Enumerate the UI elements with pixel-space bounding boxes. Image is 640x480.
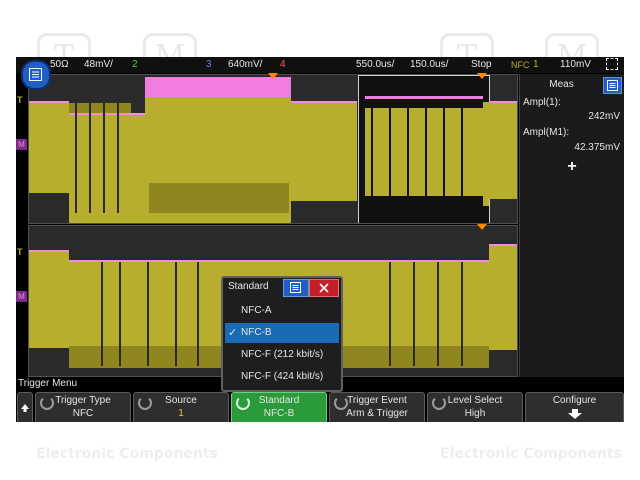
softkey-trigger-event[interactable]: Trigger Event Arm & Trigger — [329, 392, 425, 422]
trigger-menu-title: Trigger Menu — [18, 378, 78, 389]
time-position[interactable]: 550.0us/ — [356, 59, 394, 70]
option-label: NFC-B — [241, 327, 272, 338]
softkey-level-select[interactable]: Level Select High — [427, 392, 523, 422]
close-icon — [319, 283, 329, 293]
arrow-up-icon — [21, 404, 29, 412]
ch3-label[interactable]: 3 — [206, 59, 212, 70]
ch1-ground-marker-upper[interactable]: T — [17, 95, 23, 105]
option-nfc-f-212[interactable]: NFC-F (212 kbit/s) — [225, 345, 339, 365]
meas2-label: Ampl(M1): — [523, 127, 570, 138]
meas-menu-button[interactable] — [603, 77, 622, 94]
upper-waveform-grid[interactable] — [28, 74, 518, 224]
status-bar: 50Ω 48mV/ 2 3 640mV/ 4 550.0us/ 150.0us/… — [16, 57, 624, 73]
softkey-value: NFC — [72, 408, 94, 419]
meas1-label: Ampl(1): — [523, 97, 561, 108]
meas1-value: 242mV — [588, 111, 620, 122]
run-state[interactable]: Stop — [471, 59, 492, 70]
ch4-scale[interactable]: 640mV/ — [228, 59, 262, 70]
softkey-label: Source — [165, 395, 197, 406]
oscilloscope-screen: 50Ω 48mV/ 2 3 640mV/ 4 550.0us/ 150.0us/… — [16, 57, 624, 422]
softkey-value: Arm & Trigger — [346, 408, 408, 419]
softkey-value: 1 — [178, 408, 184, 419]
trigger-position-marker-zoom[interactable] — [477, 73, 487, 79]
softkey-trigger-type[interactable]: Trigger Type NFC — [35, 392, 131, 422]
touch-lock-icon[interactable] — [606, 58, 618, 70]
option-label: NFC-F (424 kbit/s) — [241, 371, 324, 382]
softkey-label: Configure — [552, 395, 597, 406]
softkey-label: Level Select — [447, 395, 503, 406]
zoom-window[interactable] — [358, 75, 490, 223]
trigger-level[interactable]: 110mV — [560, 59, 591, 70]
math-marker-upper[interactable]: M — [16, 139, 27, 150]
menu-icon — [29, 68, 42, 81]
impedance-label: 50Ω — [50, 59, 69, 70]
checkmark-icon: ✓ — [228, 327, 238, 339]
option-nfc-f-424[interactable]: NFC-F (424 kbit/s) — [225, 367, 339, 387]
back-button[interactable] — [17, 392, 33, 422]
dialog-title: Standard — [228, 281, 269, 292]
option-nfc-b[interactable]: ✓ NFC-B — [225, 323, 339, 343]
dialog-close-button[interactable] — [309, 279, 339, 297]
softkey-value: NFC-B — [263, 408, 295, 419]
list-icon — [290, 282, 301, 293]
option-label: NFC-A — [241, 305, 272, 316]
measurements-panel: Meas Ampl(1): 242mV Ampl(M1): 42.375mV + — [519, 74, 624, 377]
time-scale[interactable]: 150.0us/ — [410, 59, 448, 70]
math-marker-lower[interactable]: M — [16, 291, 27, 302]
list-icon — [607, 80, 618, 91]
trigger-mode[interactable]: NFC — [511, 60, 530, 70]
arrow-down-icon — [568, 409, 582, 419]
dialog-menu-button[interactable] — [283, 279, 309, 297]
trigger-source: 1 — [533, 59, 539, 70]
standard-dialog: Standard NFC-A ✓ NFC-B NFC-F (212 kbit/s… — [221, 276, 343, 392]
meas2-value: 42.375mV — [574, 142, 620, 153]
softkey-label: Trigger Type — [55, 395, 111, 406]
softkey-value: High — [464, 408, 486, 419]
option-label: NFC-F (212 kbit/s) — [241, 349, 324, 360]
softkey-label: Standard — [258, 395, 300, 406]
add-measurement-button[interactable]: + — [560, 158, 584, 176]
main-menu-button[interactable] — [21, 60, 51, 90]
watermark-text-left: Electronic Components — [36, 446, 218, 462]
meas-title: Meas — [549, 79, 574, 90]
softkey-standard[interactable]: Standard NFC-B — [231, 392, 327, 422]
ch4-label[interactable]: 4 — [280, 59, 286, 70]
softkey-source[interactable]: Source 1 — [133, 392, 229, 422]
softkey-configure[interactable]: Configure — [525, 392, 624, 422]
trigger-position-marker-upper[interactable] — [268, 73, 278, 79]
trigger-position-marker-lower[interactable] — [477, 224, 487, 230]
ch2-label[interactable]: 2 — [132, 59, 138, 70]
ch1-scale[interactable]: 48mV/ — [84, 59, 113, 70]
watermark-text-right: Electronic Components — [440, 446, 622, 462]
ch1-ground-marker-lower[interactable]: T — [17, 247, 23, 257]
option-nfc-a[interactable]: NFC-A — [225, 301, 339, 321]
softkey-label: Trigger Event — [347, 395, 407, 406]
